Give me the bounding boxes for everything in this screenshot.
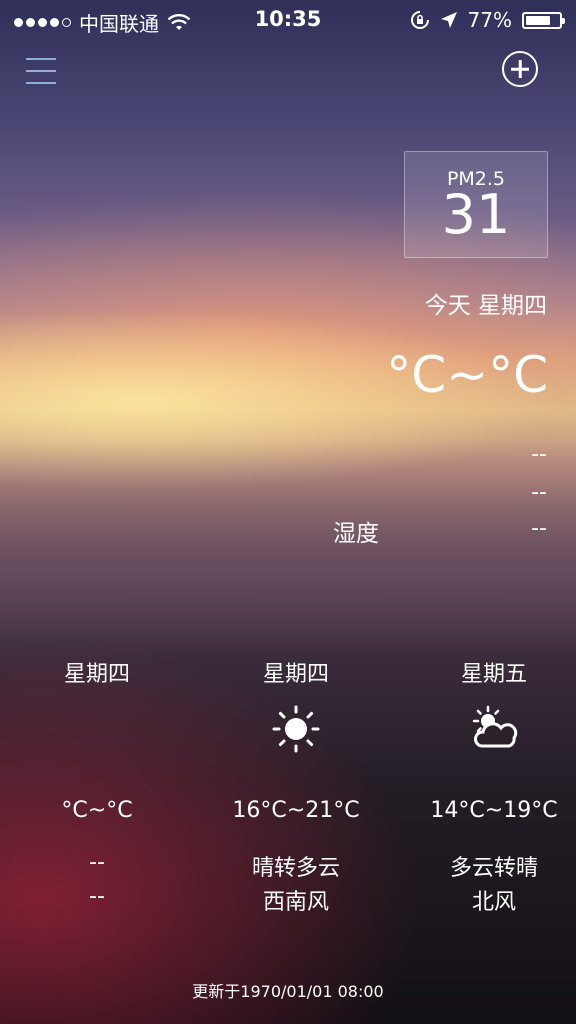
forecast-condition: 晴转多云 <box>251 856 340 881</box>
today-detail-line-1: -- <box>531 442 547 467</box>
forecast-day-name: 星期五 <box>460 662 527 687</box>
forecast-wind: 西南风 <box>262 890 329 915</box>
add-city-button[interactable] <box>502 51 538 87</box>
partly-cloudy-icon <box>472 705 518 748</box>
rotation-lock-icon <box>410 11 429 29</box>
pm25-panel[interactable]: PM2.5 31 <box>404 151 548 258</box>
pm25-value: 31 <box>441 183 511 246</box>
today-temperature-range: °C~°C <box>386 346 548 404</box>
forecast-condition: -- <box>89 850 105 875</box>
today-detail-line-2: -- <box>531 480 547 505</box>
sunny-icon <box>272 705 320 753</box>
today-date-label: 今天 星期四 <box>424 293 547 319</box>
battery-level-fill <box>526 15 550 25</box>
status-right: 77% <box>410 8 565 32</box>
forecast-temp-range: 16°C~21°C <box>232 798 360 823</box>
background-haze <box>0 440 576 640</box>
forecast-wind: 北风 <box>471 890 516 915</box>
last-updated-text: 更新于1970/01/01 08:00 <box>192 982 384 1001</box>
forecast-condition: 多云转晴 <box>449 856 538 881</box>
forecast-temp-range: 14°C~19°C <box>430 798 558 823</box>
status-bar: 中国联通 10:35 77% <box>0 0 576 40</box>
humidity-label: 湿度 <box>333 521 379 547</box>
forecast-temp-range: °C~°C <box>61 798 133 823</box>
battery-percentage: 77% <box>467 8 512 32</box>
hamburger-menu-icon[interactable] <box>26 58 56 86</box>
forecast-day-name: 星期四 <box>262 662 329 687</box>
location-arrow-icon <box>440 12 457 28</box>
battery-icon <box>522 11 565 29</box>
humidity-value: -- <box>531 516 547 541</box>
forecast-wind: -- <box>89 884 105 909</box>
forecast-day-name: 星期四 <box>63 662 130 687</box>
